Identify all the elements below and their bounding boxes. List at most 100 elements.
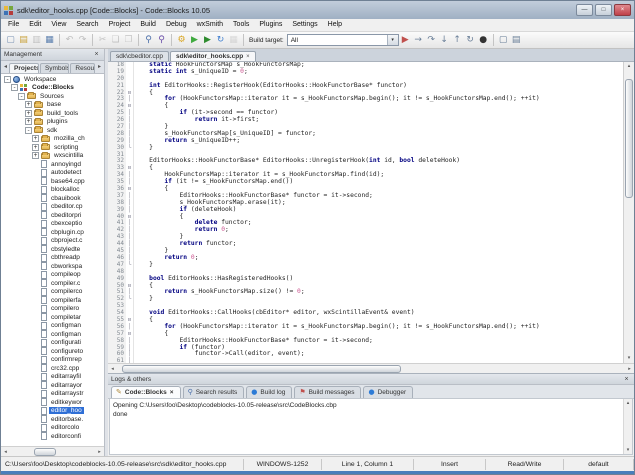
log-tab-debugger[interactable]: ●Debugger — [363, 386, 413, 398]
expand-icon[interactable]: + — [32, 144, 39, 151]
menu-item-project[interactable]: Project — [104, 19, 136, 31]
menu-item-view[interactable]: View — [46, 19, 71, 31]
menu-item-file[interactable]: File — [3, 19, 24, 31]
tree-item[interactable]: +mozilla_ch — [1, 135, 104, 144]
scroll-down-icon[interactable]: ▾ — [624, 446, 632, 454]
tab-symbols[interactable]: Symbols — [40, 63, 69, 73]
log-tab-code-blocks[interactable]: ✎Code::Blocks× — [111, 386, 181, 398]
expand-icon[interactable]: + — [25, 118, 32, 125]
log-tab-build-log[interactable]: ●Build log — [246, 386, 292, 398]
cut-icon[interactable]: ✂ — [96, 33, 109, 47]
tree-item[interactable]: compilerfa — [1, 296, 104, 305]
editor-vscroll-track[interactable] — [624, 71, 634, 354]
editor-vertical-scrollbar[interactable]: ▴ ▾ — [623, 62, 634, 363]
tree-item[interactable]: cbstyledte — [1, 245, 104, 254]
editor-horizontal-scrollbar[interactable]: ◂ ▸ — [108, 363, 634, 373]
menu-item-build[interactable]: Build — [135, 19, 161, 31]
tab-scroll-left-icon[interactable]: ◂ — [2, 62, 9, 73]
menu-item-settings[interactable]: Settings — [287, 19, 322, 31]
menu-item-edit[interactable]: Edit — [24, 19, 46, 31]
tree-scroll-thumb[interactable] — [34, 448, 56, 456]
close-icon[interactable]: × — [622, 376, 631, 383]
tree-item[interactable]: configman — [1, 330, 104, 339]
tree-item[interactable]: -sdk — [1, 126, 104, 135]
tree-scroll-track[interactable] — [10, 448, 95, 456]
tree-item[interactable]: +scripting — [1, 143, 104, 152]
fold-collapse-icon[interactable]: ⊟ — [126, 186, 134, 193]
tree-item[interactable]: blockalloc — [1, 186, 104, 195]
tree-item[interactable]: cbproject.c — [1, 237, 104, 246]
tree-item[interactable]: cbexceptio — [1, 220, 104, 229]
tree-item[interactable]: annoyingd — [1, 160, 104, 169]
menu-item-debug[interactable]: Debug — [161, 19, 192, 31]
undo-icon[interactable]: ↶ — [63, 33, 76, 47]
tree-horizontal-scrollbar[interactable]: ◂ ▸ — [1, 446, 104, 456]
tree-item[interactable]: compileop — [1, 271, 104, 280]
tab-resou[interactable]: Resou — [70, 63, 95, 73]
expand-icon[interactable]: + — [32, 135, 39, 142]
menu-item-plugins[interactable]: Plugins — [254, 19, 287, 31]
tree-item[interactable]: +build_tools — [1, 109, 104, 118]
save-all-icon[interactable]: ▦ — [43, 33, 56, 47]
log-tab-search-results[interactable]: ⚲Search results — [183, 386, 245, 398]
tree-item[interactable]: cbplugin.cp — [1, 228, 104, 237]
build-and-run-icon[interactable]: ▶ — [201, 33, 214, 47]
tree-item[interactable]: editor_hoo — [1, 407, 104, 416]
scroll-left-icon[interactable]: ◂ — [108, 366, 117, 372]
paste-icon[interactable]: ❐ — [122, 33, 135, 47]
stop-debugger-icon[interactable]: ● — [477, 33, 490, 47]
project-tree[interactable]: -Workspace-Code::Blocks-Sources+base+bui… — [1, 74, 104, 446]
rebuild-icon[interactable]: ↻ — [214, 33, 227, 47]
editor-hscroll-thumb[interactable] — [122, 365, 401, 373]
tree-item[interactable]: -Code::Blocks — [1, 84, 104, 93]
find-in-files-icon[interactable]: ⚲ — [155, 33, 168, 47]
tree-item[interactable]: crc32.cpp — [1, 364, 104, 373]
next-line-icon[interactable]: ↷ — [425, 33, 438, 47]
run-icon[interactable]: ▶ — [188, 33, 201, 47]
tree-item[interactable]: -Sources — [1, 92, 104, 101]
collapse-icon[interactable]: - — [18, 93, 25, 100]
menu-item-search[interactable]: Search — [71, 19, 103, 31]
tree-item[interactable]: cbeditor.cp — [1, 203, 104, 212]
various-info-icon[interactable]: ▤ — [510, 33, 523, 47]
code-editor[interactable]: 18 static HookFunctorsMap s_HookFunctors… — [108, 62, 623, 363]
tree-item[interactable]: editorcolo — [1, 424, 104, 433]
debugging-windows-icon[interactable]: ▢ — [497, 33, 510, 47]
save-icon[interactable]: ▥ — [30, 33, 43, 47]
step-into-icon[interactable]: ↓ — [438, 33, 451, 47]
build-target-combo[interactable]: All ▾ — [287, 34, 399, 46]
titlebar[interactable]: sdk\editor_hooks.cpp [Code::Blocks] - Co… — [1, 1, 634, 19]
scroll-left-icon[interactable]: ◂ — [1, 449, 10, 455]
tree-item[interactable]: compilero — [1, 305, 104, 314]
tree-item[interactable]: cbeditorpri — [1, 211, 104, 220]
editor-hscroll-track[interactable] — [117, 365, 625, 373]
abort-build-icon[interactable]: ▦ — [227, 33, 240, 47]
tree-item[interactable]: -Workspace — [1, 75, 104, 84]
scroll-up-icon[interactable]: ▴ — [624, 62, 634, 71]
debug-continue-icon[interactable]: ▶ — [399, 33, 412, 47]
step-out-icon[interactable]: ↑ — [451, 33, 464, 47]
editor-tab[interactable]: sdk\cbeditor.cpp — [110, 51, 169, 61]
tree-item[interactable]: +plugins — [1, 118, 104, 127]
tree-item[interactable]: cbthreadp — [1, 254, 104, 263]
tree-item[interactable]: editarrayor — [1, 381, 104, 390]
menu-item-tools[interactable]: Tools — [228, 19, 254, 31]
run-to-cursor-icon[interactable]: → — [412, 33, 425, 47]
compile-icon[interactable]: ⚙ — [175, 33, 188, 47]
scroll-right-icon[interactable]: ▸ — [95, 449, 104, 455]
scroll-up-icon[interactable]: ▴ — [624, 399, 632, 407]
log-vertical-scrollbar[interactable]: ▴ ▾ — [623, 399, 632, 454]
open-file-icon[interactable]: ▤ — [17, 33, 30, 47]
tree-item[interactable]: configurati — [1, 339, 104, 348]
next-instruction-icon[interactable]: ↻ — [464, 33, 477, 47]
close-icon[interactable]: × — [92, 51, 101, 58]
tree-item[interactable]: compiletar — [1, 313, 104, 322]
copy-icon[interactable]: ❏ — [109, 33, 122, 47]
tree-item[interactable]: cbworkspa — [1, 262, 104, 271]
menu-item-wxsmith[interactable]: wxSmith — [192, 19, 228, 31]
tree-item[interactable]: compiler.c — [1, 279, 104, 288]
log-tab-build-messages[interactable]: ⚑Build messages — [294, 386, 361, 398]
collapse-icon[interactable]: - — [25, 127, 32, 134]
minimize-button[interactable]: — — [576, 4, 593, 16]
tree-item[interactable]: compilerco — [1, 288, 104, 297]
